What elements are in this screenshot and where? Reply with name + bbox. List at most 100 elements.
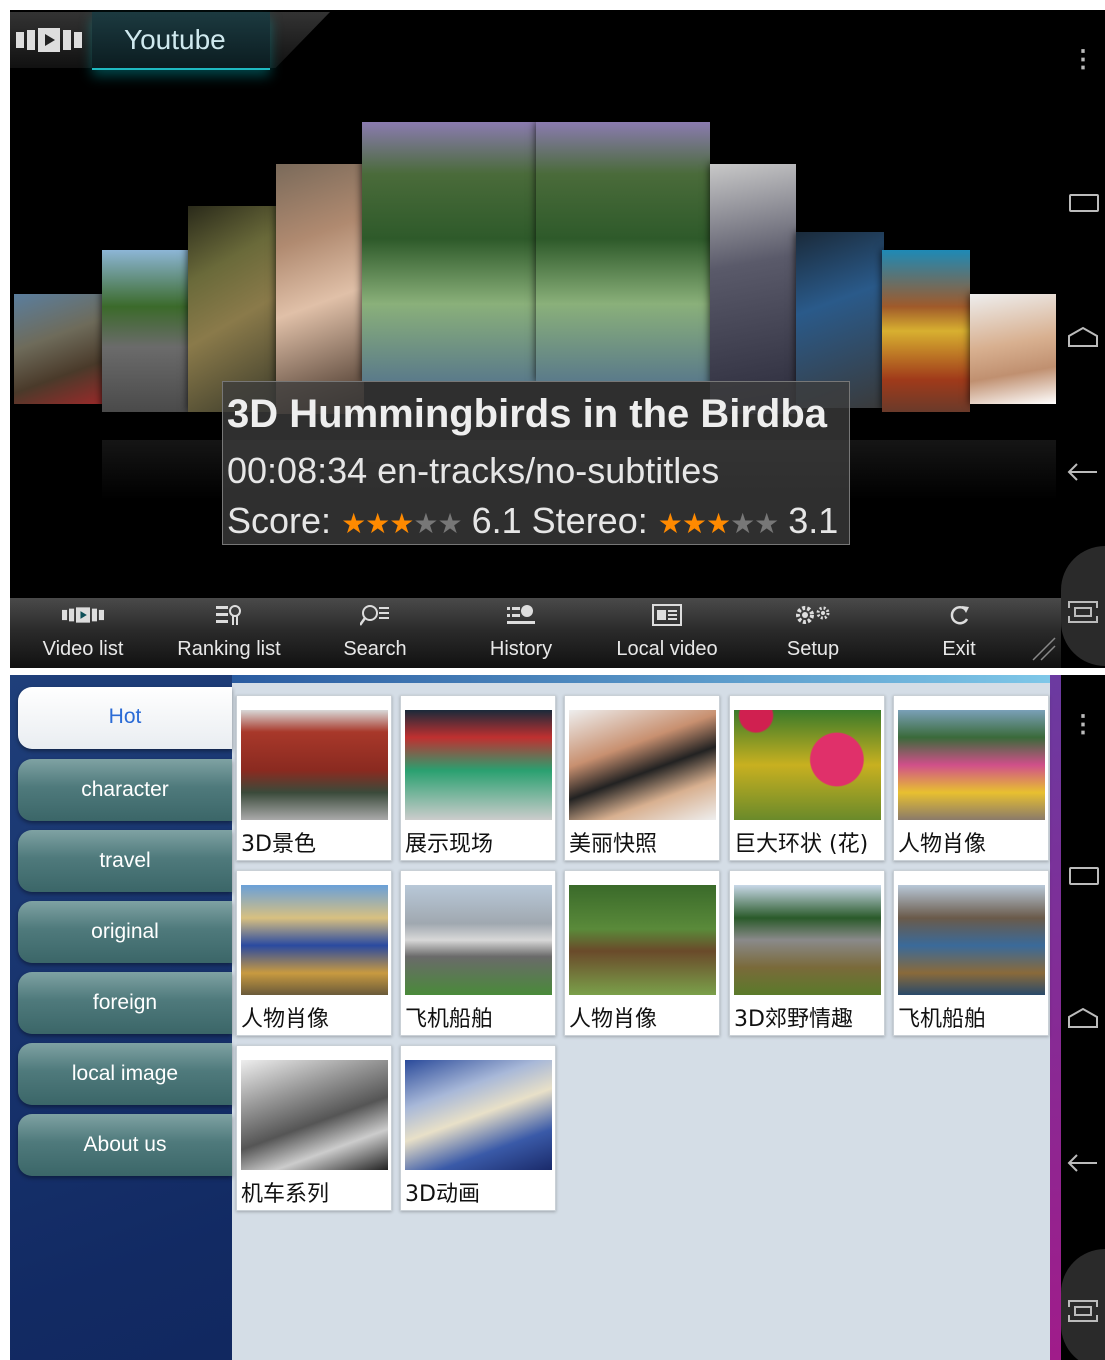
toolbar-setup[interactable]: Setup <box>740 598 886 668</box>
toolbar-label: History <box>489 638 553 660</box>
card-caption: 机车系列 <box>241 1182 330 1207</box>
bottom-toolbar: Video list Ranking list Search History L… <box>10 598 1061 668</box>
image-card[interactable]: 3D景色 <box>236 695 392 861</box>
thumbnail <box>405 885 552 995</box>
toolbar-video-list[interactable]: Video list <box>10 598 156 668</box>
back-icon[interactable] <box>1067 1151 1099 1183</box>
card-caption: 人物肖像 <box>241 1007 330 1032</box>
content-top-accent <box>232 675 1050 683</box>
image-card[interactable]: 飞机船舶 <box>400 870 556 1036</box>
score-label: Score: <box>227 500 332 541</box>
screenshot-icon[interactable] <box>1067 600 1099 632</box>
film-strip-icon <box>10 604 156 630</box>
app-title-tab: Youtube <box>10 12 330 70</box>
toolbar-label: Local video <box>616 638 718 660</box>
image-card[interactable]: 巨大环状 (花) <box>729 695 885 861</box>
screenshot-icon[interactable] <box>1067 1299 1099 1331</box>
local-video-icon <box>594 604 740 630</box>
ranking-icon <box>156 604 302 630</box>
history-icon <box>448 604 594 630</box>
recent-apps-icon[interactable] <box>1069 194 1099 212</box>
thumbnail <box>405 1060 552 1170</box>
film-strip-icon <box>16 28 82 57</box>
home-icon[interactable] <box>1067 324 1099 356</box>
system-nav-bar: ⋮ <box>1061 10 1105 668</box>
video-info-panel: 3D Hummingbirds in the Birdba 00:08:34 e… <box>222 381 850 545</box>
overflow-menu-icon[interactable]: ⋮ <box>1067 709 1099 741</box>
card-caption: 人物肖像 <box>569 1007 658 1032</box>
carousel-thumb[interactable] <box>276 164 364 414</box>
toolbar-exit[interactable]: Exit <box>886 598 1032 668</box>
stereo-stars: ★★★★★ <box>657 508 780 539</box>
category-foreign[interactable]: foreign <box>18 972 232 1034</box>
image-card[interactable]: 美丽快照 <box>564 695 720 861</box>
carousel-thumb[interactable] <box>970 294 1056 404</box>
video-title: 3D Hummingbirds in the Birdba <box>227 392 828 436</box>
card-caption: 人物肖像 <box>898 832 987 857</box>
thumbnail <box>569 710 716 820</box>
toolbar-label: Setup <box>786 638 840 660</box>
thumbnail <box>569 885 716 995</box>
category-character[interactable]: character <box>18 759 232 821</box>
score-stars: ★★★★★ <box>341 508 463 539</box>
stereo-label: Stereo: <box>531 500 648 541</box>
image-card[interactable]: 人物肖像 <box>564 870 720 1036</box>
image-card[interactable]: 3D动画 <box>400 1045 556 1211</box>
card-caption: 巨大环状 (花) <box>734 832 869 857</box>
carousel-thumb[interactable] <box>362 122 536 382</box>
thumbnail <box>405 710 552 820</box>
category-hot[interactable]: Hot <box>18 687 232 749</box>
toolbar-label: Exit <box>942 638 976 660</box>
search-icon <box>302 604 448 630</box>
thumbnail <box>241 1060 388 1170</box>
home-icon[interactable] <box>1067 1005 1099 1037</box>
thumbnail <box>898 885 1045 995</box>
card-caption: 飞机船舶 <box>898 1007 987 1032</box>
image-card[interactable]: 人物肖像 <box>236 870 392 1036</box>
carousel-thumb[interactable] <box>882 250 970 412</box>
image-card[interactable]: 机车系列 <box>236 1045 392 1211</box>
category-local-image[interactable]: local image <box>18 1043 232 1105</box>
toolbar-history[interactable]: History <box>448 598 594 668</box>
carousel-thumb[interactable] <box>14 294 102 404</box>
card-caption: 展示现场 <box>405 832 494 857</box>
carousel-thumb[interactable] <box>710 164 796 414</box>
thumbnail <box>734 885 881 995</box>
card-caption: 美丽快照 <box>569 832 658 857</box>
image-card[interactable]: 3D郊野情趣 <box>729 870 885 1036</box>
toolbar-label: Search <box>343 638 407 660</box>
toolbar-search[interactable]: Search <box>302 598 448 668</box>
carousel-thumb[interactable] <box>102 250 188 412</box>
card-caption: 3D景色 <box>241 832 316 857</box>
video-details: 00:08:34 en-tracks/no-subtitles <box>227 450 720 491</box>
toolbar-local-video[interactable]: Local video <box>594 598 740 668</box>
category-original[interactable]: original <box>18 901 232 963</box>
video-ratings: Score: ★★★★★ 6.1 Stereo: ★★★★★ 3.1 <box>227 500 838 542</box>
thumbnail <box>241 710 388 820</box>
resize-grip-icon <box>1031 636 1057 662</box>
image-browser-screen: Hot character travel original foreign lo… <box>10 675 1105 1360</box>
toolbar-ranking-list[interactable]: Ranking list <box>156 598 302 668</box>
thumbnail <box>734 710 881 820</box>
refresh-icon <box>886 604 1032 630</box>
category-travel[interactable]: travel <box>18 830 232 892</box>
image-card[interactable]: 人物肖像 <box>893 695 1049 861</box>
score-value: 6.1 <box>471 500 522 541</box>
carousel-thumb[interactable] <box>536 122 710 382</box>
recent-apps-icon[interactable] <box>1069 867 1099 885</box>
image-card[interactable]: 展示现场 <box>400 695 556 861</box>
app-title: Youtube <box>124 24 226 55</box>
card-caption: 3D郊野情趣 <box>734 1007 853 1032</box>
overflow-menu-icon[interactable]: ⋮ <box>1067 44 1099 76</box>
toolbar-label: Video list <box>42 638 124 660</box>
image-card[interactable]: 飞机船舶 <box>893 870 1049 1036</box>
video-browser-screen: Youtube 3D Hummingbirds in the Birdba 00… <box>10 10 1105 668</box>
stereo-value: 3.1 <box>788 500 839 541</box>
back-icon[interactable] <box>1067 460 1099 492</box>
card-caption: 飞机船舶 <box>405 1007 494 1032</box>
toolbar-label: Ranking list <box>177 638 281 660</box>
thumbnail <box>241 885 388 995</box>
card-caption: 3D动画 <box>405 1182 480 1207</box>
category-about-us[interactable]: About us <box>18 1114 232 1176</box>
thumbnail <box>898 710 1045 820</box>
